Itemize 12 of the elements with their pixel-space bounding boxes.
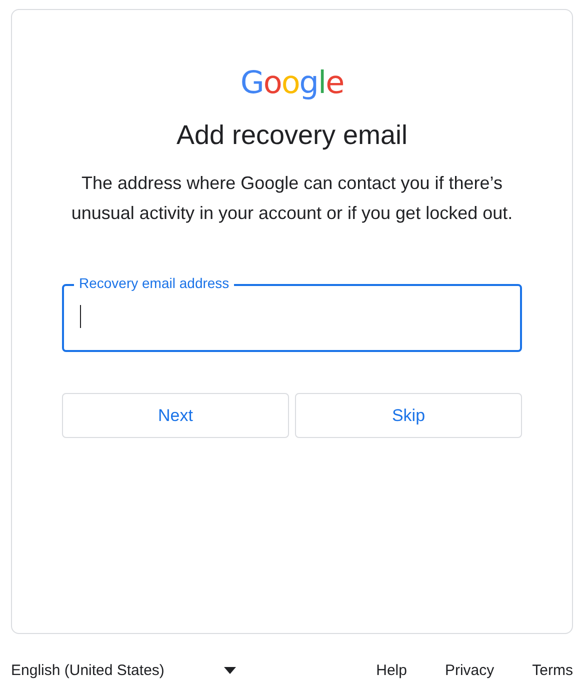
footer-link[interactable]: Terms [532,662,573,679]
footer-link[interactable]: Privacy [444,662,494,679]
language-dropdown[interactable]: English (United States) [11,662,236,679]
footer-link[interactable]: Help [376,662,407,679]
page-title: Add recovery email [176,119,408,152]
logo: Google [240,66,344,100]
text-cursor [80,305,81,328]
field-label: Recovery email address [74,275,234,291]
description: The address where Google can contact you if there’s unusual activity in your account or if you get locked out. [70,172,514,225]
skip-button[interactable]: Skip [295,393,522,438]
next-button[interactable]: Next [62,393,289,438]
dropdown-arrow-icon [224,667,236,674]
